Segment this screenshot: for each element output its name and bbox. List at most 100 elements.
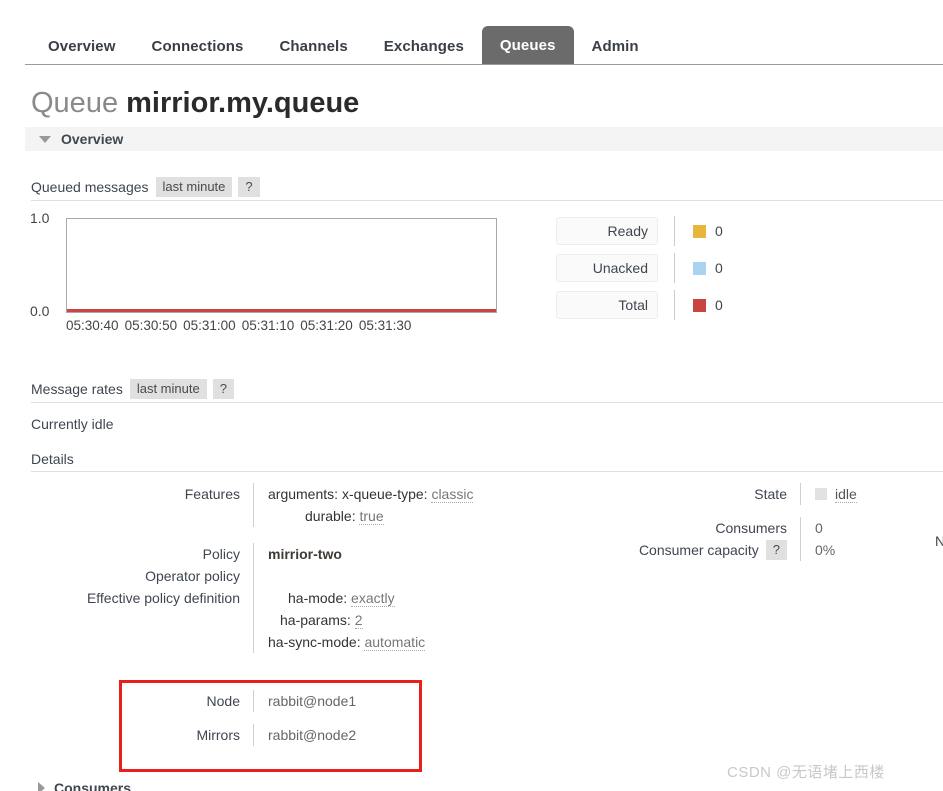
message-rates-status: Currently idle — [31, 416, 114, 432]
details-row-features: Features arguments: x-queue-type: classi… — [31, 483, 561, 527]
details-value-consumers: 0 — [815, 520, 823, 536]
stat-label-total: Total — [556, 291, 658, 319]
feature-durable: durable: true — [268, 505, 561, 527]
page-title: Queue mirrior.my.queue — [31, 89, 359, 118]
chevron-right-icon — [38, 782, 45, 791]
overview-section-header[interactable]: Overview — [25, 127, 943, 151]
queued-messages-label: Queued messages — [31, 179, 149, 195]
details-table-right: State idle Consumers 0 Consumer capacity… — [600, 483, 940, 561]
details-row-policy: Policy mirrior-two — [31, 543, 561, 565]
details-key-features: Features — [184, 486, 240, 502]
queued-messages-chart: 1.0 0.0 05:30:40 05:30:50 05:31:00 05:31… — [25, 210, 545, 335]
overview-section-label: Overview — [61, 131, 124, 147]
details-table-left: Features arguments: x-queue-type: classi… — [31, 483, 561, 653]
nav-tab-connections[interactable]: Connections — [134, 29, 262, 65]
chart-y-axis-max-label: 1.0 — [30, 210, 50, 226]
consumer-capacity-label: Consumer capacity — [638, 542, 759, 558]
details-value-node: rabbit@node1 — [268, 693, 357, 709]
chart-x-axis-labels: 05:30:40 05:30:50 05:31:00 05:31:10 05:3… — [66, 318, 536, 333]
feature-arguments: arguments: x-queue-type: classic — [268, 483, 561, 505]
details-value-state: idle — [801, 483, 940, 505]
consumer-capacity-help-icon[interactable]: ? — [765, 540, 787, 560]
nav-tab-list: Overview Connections Channels Exchanges … — [30, 22, 657, 65]
nav-tab-queues[interactable]: Queues — [481, 26, 574, 65]
message-rates-divider — [31, 402, 943, 403]
state-text: idle — [835, 486, 857, 503]
details-value-effective-policy: ha-mode: exactly ha-params: 2 ha-sync-mo… — [254, 587, 561, 653]
details-key-operator-policy: Operator policy — [145, 568, 240, 584]
stat-row-ready: Ready 0 — [556, 216, 796, 246]
policy-ha-mode-key: ha-mode: — [288, 590, 348, 606]
details-value-operator-policy — [254, 565, 561, 587]
chart-x-tick-1: 05:30:50 — [124, 318, 178, 333]
stat-value-total: 0 — [715, 297, 723, 313]
stat-divider — [674, 290, 675, 320]
chart-x-tick-0: 05:30:40 — [66, 318, 119, 333]
queued-messages-legend: Ready 0 Unacked 0 Total 0 — [556, 216, 796, 327]
details-key-node: Node — [206, 693, 240, 709]
chevron-down-icon — [39, 135, 51, 143]
details-table-node-block: Node rabbit@node1 Mirrors rabbit@node2 — [31, 690, 561, 746]
details-label: Details — [31, 451, 74, 467]
legend-swatch-ready-icon — [693, 224, 706, 238]
details-value-mirrors: rabbit@node2 — [268, 727, 357, 743]
details-spacer — [31, 712, 561, 724]
consumers-section-header[interactable]: Consumers — [38, 780, 131, 791]
message-rates-header: Message rates last minute ? — [31, 379, 234, 399]
page-title-queue-name: mirrior.my.queue — [126, 87, 360, 119]
page-title-prefix: Queue — [31, 87, 119, 119]
details-row-mirrors: Mirrors rabbit@node2 — [31, 724, 561, 746]
message-rates-help-icon[interactable]: ? — [212, 379, 234, 399]
stat-row-total: Total 0 — [556, 290, 796, 320]
policy-ha-sync-mode: ha-sync-mode: automatic — [268, 631, 561, 653]
policy-ha-params: ha-params: 2 — [268, 609, 561, 631]
details-row-effective-policy: Effective policy definition ha-mode: exa… — [31, 587, 561, 653]
message-rates-period-button[interactable]: last minute — [129, 379, 207, 399]
details-key-state: State — [754, 486, 787, 502]
details-key-policy: Policy — [202, 546, 240, 562]
stat-label-unacked: Unacked — [556, 254, 658, 282]
feature-durable-key: durable: — [305, 508, 356, 524]
feature-x-queue-type-key: x-queue-type: — [341, 486, 428, 502]
feature-durable-value: true — [359, 508, 384, 525]
details-value-policy[interactable]: mirrior-two — [254, 543, 561, 565]
details-spacer — [600, 505, 940, 517]
nav-tab-channels[interactable]: Channels — [261, 29, 365, 65]
nav-tab-exchanges[interactable]: Exchanges — [366, 29, 482, 65]
stat-value-unacked: 0 — [715, 260, 723, 276]
details-row-consumer-capacity: Consumer capacity? 0% — [600, 539, 940, 561]
stat-divider — [674, 216, 675, 246]
feature-arguments-key: arguments: — [268, 486, 339, 502]
watermark: CSDN @无语堵上西楼 — [727, 764, 885, 781]
details-row-operator-policy: Operator policy — [31, 565, 561, 587]
offscreen-cut-label: N — [935, 533, 943, 549]
policy-ha-mode: ha-mode: exactly — [268, 587, 561, 609]
consumers-section-label: Consumers — [54, 780, 132, 791]
queued-messages-header: Queued messages last minute ? — [31, 177, 260, 197]
details-divider — [31, 471, 943, 472]
queued-messages-help-icon[interactable]: ? — [238, 177, 260, 197]
details-row-node: Node rabbit@node1 — [31, 690, 561, 712]
policy-ha-params-key: ha-params: — [280, 612, 351, 628]
state-swatch-icon — [815, 488, 827, 500]
legend-swatch-unacked-icon — [693, 261, 706, 275]
queued-messages-period-button[interactable]: last minute — [155, 177, 233, 197]
details-header: Details — [31, 449, 81, 469]
policy-ha-mode-value: exactly — [351, 590, 395, 607]
details-key-mirrors: Mirrors — [196, 727, 240, 743]
details-spacer — [31, 527, 561, 543]
feature-x-queue-type-value: classic — [431, 486, 474, 503]
stat-value-ready: 0 — [715, 223, 723, 239]
policy-ha-sync-mode-value: automatic — [364, 634, 426, 651]
chart-total-series-line — [67, 309, 496, 312]
details-key-effective-policy: Effective policy definition — [86, 590, 240, 606]
nav-tab-overview[interactable]: Overview — [30, 29, 134, 65]
message-rates-label: Message rates — [31, 381, 123, 397]
details-value-features: arguments: x-queue-type: classic durable… — [254, 483, 561, 527]
chart-plot-area — [66, 218, 497, 313]
nav-tab-admin[interactable]: Admin — [574, 29, 657, 65]
stat-label-ready: Ready — [556, 217, 658, 245]
queued-messages-divider — [31, 200, 943, 201]
chart-x-tick-5: 05:31:30 — [358, 318, 412, 333]
details-value-consumer-capacity: 0% — [815, 542, 836, 558]
